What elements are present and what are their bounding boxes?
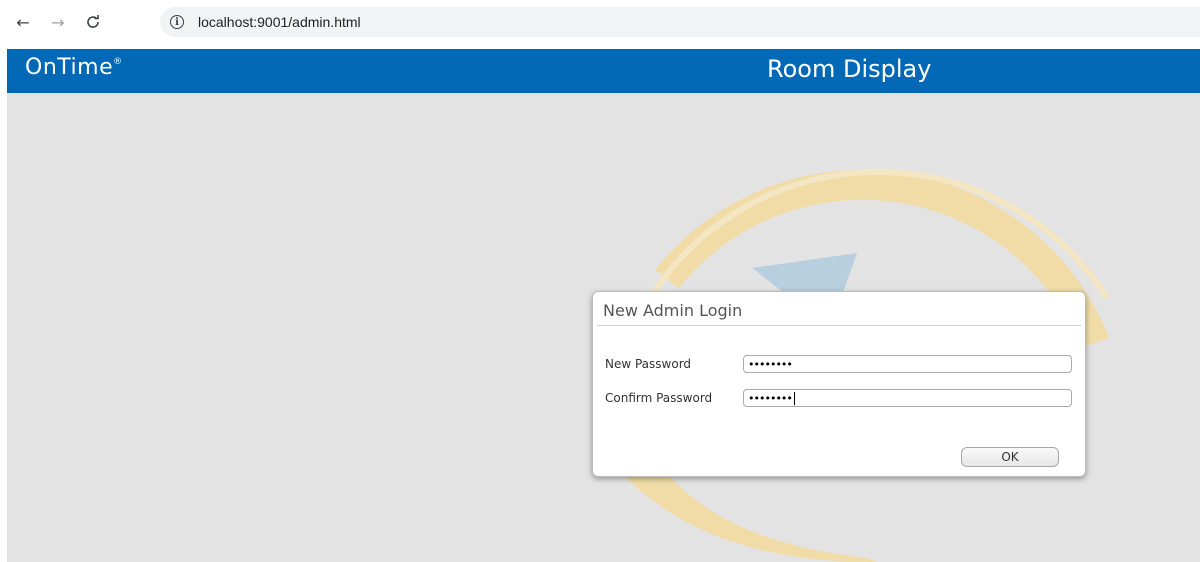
forward-icon[interactable]: → xyxy=(47,11,69,33)
registered-mark: ® xyxy=(113,57,123,67)
browser-toolbar: ← → i localhost:9001/admin.html xyxy=(0,0,1200,44)
brand-logo: OnTime® xyxy=(25,55,123,80)
app-header: OnTime® Room Display xyxy=(7,49,1200,93)
main-content: New Admin Login New Password •••••••• Co… xyxy=(7,93,1200,562)
dialog-title: New Admin Login xyxy=(603,301,743,320)
reload-icon[interactable] xyxy=(82,11,104,33)
new-password-value: •••••••• xyxy=(748,357,793,371)
confirm-password-label: Confirm Password xyxy=(605,391,713,405)
url-text[interactable]: localhost:9001/admin.html xyxy=(198,14,361,30)
confirm-password-input[interactable]: •••••••• xyxy=(743,389,1072,407)
text-caret xyxy=(793,391,795,405)
info-icon[interactable]: i xyxy=(170,15,184,29)
ok-button[interactable]: OK xyxy=(961,447,1059,467)
address-bar[interactable]: i localhost:9001/admin.html xyxy=(160,7,1200,37)
confirm-password-value: •••••••• xyxy=(748,391,793,405)
reload-arrow-graphic xyxy=(87,15,99,28)
dialog-divider xyxy=(597,325,1081,326)
new-admin-login-dialog: New Admin Login New Password •••••••• Co… xyxy=(592,291,1086,477)
page-title: Room Display xyxy=(767,55,932,83)
new-password-input[interactable]: •••••••• xyxy=(743,355,1072,373)
back-icon[interactable]: ← xyxy=(12,11,34,33)
brand-name: OnTime xyxy=(25,55,114,80)
new-password-label: New Password xyxy=(605,357,692,371)
